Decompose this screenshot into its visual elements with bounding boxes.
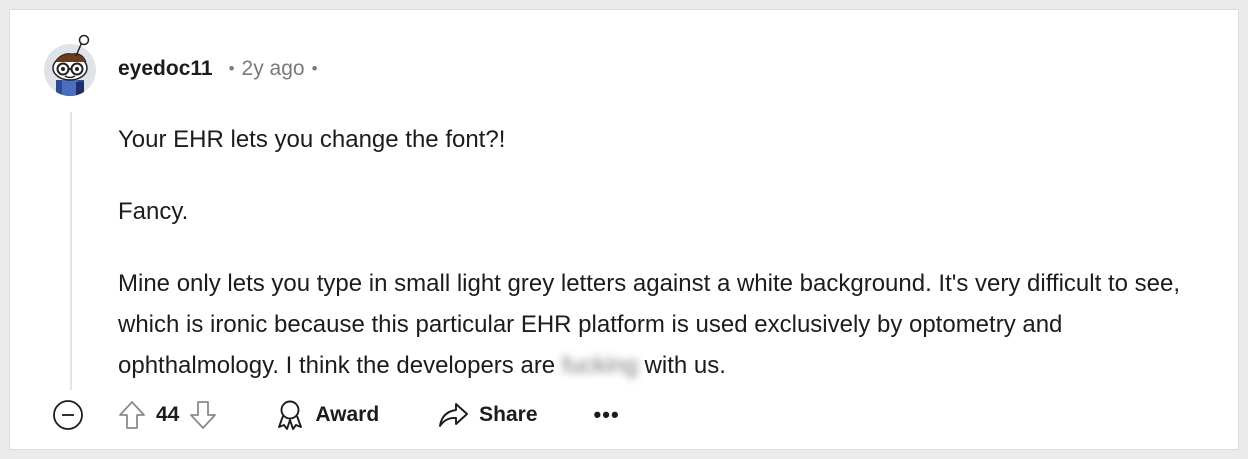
comment-card: eyedoc11 • 2y ago • Your EHR lets you ch… [9, 9, 1239, 450]
vote-score: 44 [156, 403, 180, 426]
meta-separator-trailing: • [311, 59, 318, 78]
comment-paragraph: Fancy. [118, 198, 189, 225]
comment-actions: 44 Award Share ••• [50, 396, 620, 434]
comment-timestamp[interactable]: 2y ago [242, 57, 305, 81]
paragraph-trailing-text: with us. [637, 352, 726, 379]
more-options-button[interactable]: ••• [594, 396, 620, 434]
award-label: Award [315, 403, 380, 426]
upvote-button[interactable] [114, 397, 150, 433]
arrow-down-icon [190, 401, 217, 429]
avatar[interactable] [42, 32, 102, 96]
share-arrow-icon [439, 403, 469, 427]
arrow-up-icon [119, 401, 145, 429]
thread-line[interactable] [70, 112, 72, 390]
award-button[interactable]: Award [275, 396, 379, 434]
comment-header: eyedoc11 • 2y ago • [118, 54, 318, 84]
comment-paragraph: Mine only lets you type in small light g… [118, 263, 1198, 386]
share-button[interactable]: Share [437, 396, 538, 434]
comment-paragraph: Your EHR lets you change the font?! [118, 126, 506, 153]
snoo-avatar-icon [44, 34, 96, 96]
collapse-button[interactable] [50, 397, 86, 433]
spoiler-blurred-word[interactable]: fucking [562, 345, 638, 386]
minus-circle-icon [53, 400, 83, 430]
downvote-button[interactable] [185, 397, 221, 433]
award-ribbon-icon [278, 400, 303, 430]
share-label: Share [479, 403, 538, 426]
author-username[interactable]: eyedoc11 [118, 57, 213, 81]
meta-separator: • [228, 59, 235, 78]
